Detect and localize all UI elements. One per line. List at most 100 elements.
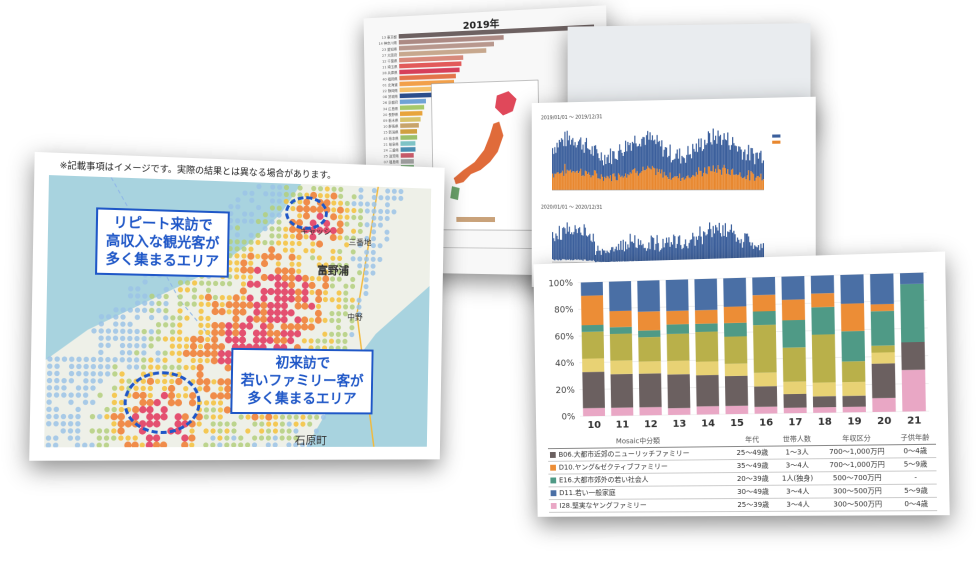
- ts-bar-orange: [688, 177, 690, 190]
- ts-bar-blue: [607, 154, 609, 177]
- heat-cell: [113, 307, 119, 313]
- ts-bar-blue: [729, 149, 731, 176]
- ts-bar-blue: [647, 130, 649, 167]
- ts-bar-blue: [589, 149, 591, 176]
- ts-bar-orange: [736, 175, 739, 190]
- ts-bar-orange: [634, 168, 636, 191]
- bar-segment: [870, 273, 894, 305]
- ts-bar-blue: [637, 238, 639, 262]
- ts-bar-orange: [628, 175, 630, 191]
- callout-line: 多く集まるエリア: [105, 251, 220, 271]
- ts-bar-blue: [611, 164, 613, 182]
- ts-bar-blue: [676, 149, 678, 177]
- ts-bar-blue: [727, 231, 729, 262]
- ts-bar-orange: [612, 174, 614, 191]
- heat-cell: [242, 190, 248, 196]
- ts-bar-orange: [619, 174, 621, 191]
- bar-segment: [696, 374, 720, 407]
- bar-segment: [695, 323, 718, 333]
- ts-bar-blue: [609, 250, 612, 262]
- ts-bar-blue: [699, 147, 701, 172]
- ts-bar-blue: [672, 159, 674, 178]
- segment-kids-cell: 0～4歳: [894, 444, 937, 458]
- ts-bar-orange: [652, 167, 655, 191]
- ts-bar-blue: [645, 135, 648, 170]
- ts-bar-blue: [567, 231, 569, 260]
- bar-segment: [609, 333, 633, 361]
- bar-label: 12 千葉県: [382, 58, 398, 64]
- ts-bar-blue: [710, 229, 712, 262]
- ts-bar-orange: [595, 170, 597, 191]
- legend-swatch: [550, 477, 557, 484]
- ts-bar-blue: [629, 233, 631, 261]
- ts-bar-blue: [757, 158, 760, 177]
- ts-bar-blue: [584, 227, 586, 260]
- ts-bar-orange: [754, 180, 756, 190]
- ts-bar-blue: [577, 141, 580, 174]
- ts-bar-orange: [556, 172, 558, 191]
- bar-segment: [725, 375, 748, 407]
- ts-bar-blue: [755, 152, 757, 178]
- ts-bar-orange: [637, 175, 639, 191]
- ts-bar-orange: [565, 173, 567, 191]
- ts-bar-blue: [670, 162, 672, 180]
- bar-segment: [754, 406, 778, 414]
- ts-bar-blue: [593, 241, 596, 262]
- ts-bar-blue: [684, 162, 687, 179]
- bar: [399, 55, 464, 63]
- ts-bar-blue: [723, 133, 725, 165]
- bar: [400, 116, 421, 123]
- ts-bar-orange: [552, 173, 554, 191]
- bar-segment: [725, 363, 747, 377]
- ts-bar-blue: [657, 141, 659, 173]
- ts-bar-blue: [557, 147, 559, 173]
- ts-bar-blue: [600, 152, 602, 175]
- ts-bar-blue: [574, 225, 576, 260]
- ts-bar-orange: [664, 172, 666, 191]
- x-tick-label: 15: [730, 418, 744, 429]
- heat-cell: [234, 246, 240, 252]
- ts-bar-blue: [675, 153, 677, 177]
- ts-bar-orange: [684, 178, 687, 190]
- ts-bar-orange: [596, 173, 598, 191]
- ts-bar-orange: [609, 175, 612, 191]
- ts-bar-blue: [626, 151, 628, 178]
- ts-bar-blue: [628, 145, 630, 176]
- ts-bar-orange: [681, 178, 683, 190]
- ts-bar-blue: [603, 250, 605, 262]
- ts-bar-orange: [719, 169, 722, 190]
- ts-bar-orange: [630, 173, 632, 191]
- segment-hh-cell: 3～4人: [775, 484, 821, 499]
- ts-bar-blue: [572, 137, 574, 172]
- bar-segment: [871, 352, 895, 364]
- ts-bar-blue: [580, 232, 582, 260]
- ts-bar-blue: [627, 244, 629, 262]
- ts-bar-blue: [634, 235, 636, 261]
- ts-bar-blue: [622, 239, 624, 262]
- bar-segment: [725, 335, 747, 365]
- highlight-ellipse-top: [284, 195, 329, 231]
- ts-bar-blue: [564, 131, 566, 165]
- ts-bar-orange: [723, 164, 725, 190]
- ts-bar-blue: [581, 149, 583, 177]
- ts-bar-blue: [626, 249, 628, 263]
- ts-bar-blue: [606, 157, 608, 176]
- ts-bar-orange: [580, 168, 582, 191]
- ts-bar-orange: [627, 174, 629, 191]
- map-label: 富野浦: [317, 263, 350, 278]
- bar-label: 01 北海道: [382, 82, 398, 88]
- bar-segment: [782, 319, 806, 348]
- ts-bar-orange: [752, 174, 755, 190]
- x-tick-label: 20: [877, 416, 892, 428]
- bar-segment: [841, 361, 866, 383]
- ts-bar-orange: [670, 179, 672, 190]
- heat-cell: [235, 204, 241, 210]
- ts-bar-blue: [598, 250, 600, 262]
- ts-bar-blue: [563, 227, 565, 260]
- x-tick-label: 11: [616, 419, 630, 430]
- bar: [399, 61, 462, 69]
- ts-bar-orange: [667, 177, 669, 191]
- segment-income-cell: 500～700万円: [819, 471, 896, 485]
- bar-segment: [840, 303, 865, 332]
- ts-bar-blue: [636, 248, 638, 262]
